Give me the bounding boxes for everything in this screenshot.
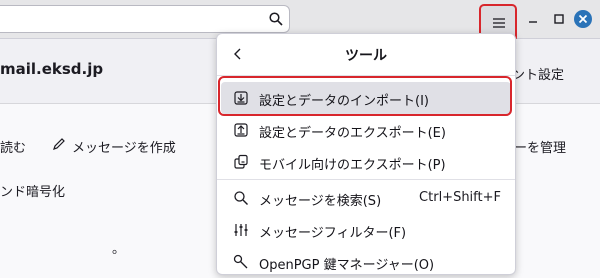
menu-item-export[interactable]: 設定とデータのエクスポート(E) xyxy=(221,114,511,146)
menu-header: ツール xyxy=(217,34,515,74)
menu-item-label: 設定とデータのエクスポート(E) xyxy=(259,126,446,141)
hamburger-icon xyxy=(493,18,505,28)
menu-item-search-messages[interactable]: メッセージを検索(S) Ctrl+Shift+F xyxy=(221,182,511,214)
mobile-export-icon xyxy=(234,154,248,169)
filter-icon xyxy=(234,224,248,236)
selection-highlight xyxy=(218,76,512,116)
menu-item-mobile-export[interactable]: モバイル向けのエクスポート(P) xyxy=(221,146,511,178)
shortcut-label: Ctrl+Shift+F xyxy=(419,190,501,205)
menu-item-filters[interactable]: メッセージフィルター(F) xyxy=(221,214,511,246)
menu-item-label: モバイル向けのエクスポート(P) xyxy=(259,158,446,173)
menu-title: ツール xyxy=(345,48,387,64)
tools-menu: ツール 設定とデータのインポート(I) 設定とデータのエクスポート(E) モバイ… xyxy=(216,33,516,275)
menu-item-label: メッセージフィルター(F) xyxy=(259,226,407,241)
menu-item-label: OpenPGP 鍵マネージャー(O) xyxy=(259,258,435,273)
export-icon xyxy=(234,123,248,137)
close-icon[interactable] xyxy=(574,10,592,28)
encryption-link[interactable]: ンド暗号化 xyxy=(0,181,65,200)
divider xyxy=(217,179,515,180)
search-icon xyxy=(234,191,248,205)
partial-text: 。 xyxy=(112,242,126,257)
maximize-icon[interactable] xyxy=(552,12,566,26)
read-messages-link[interactable]: 読む xyxy=(0,137,26,156)
pencil-icon xyxy=(53,138,65,150)
key-icon xyxy=(233,254,248,269)
menu-item-label: メッセージを検索(S) xyxy=(259,194,382,209)
search-icon[interactable] xyxy=(269,12,283,26)
menu-item-openpgp-keys[interactable]: OpenPGP 鍵マネージャー(O) xyxy=(221,246,511,278)
search-field[interactable] xyxy=(0,5,290,33)
account-settings-link[interactable]: ント設定 xyxy=(512,64,564,83)
write-message-link[interactable]: メッセージを作成 xyxy=(72,137,176,156)
minimize-icon[interactable] xyxy=(526,12,540,26)
manage-link[interactable]: ーを管理 xyxy=(514,137,566,156)
account-email: mail.eksd.jp xyxy=(0,60,104,78)
search-input[interactable] xyxy=(0,6,270,32)
